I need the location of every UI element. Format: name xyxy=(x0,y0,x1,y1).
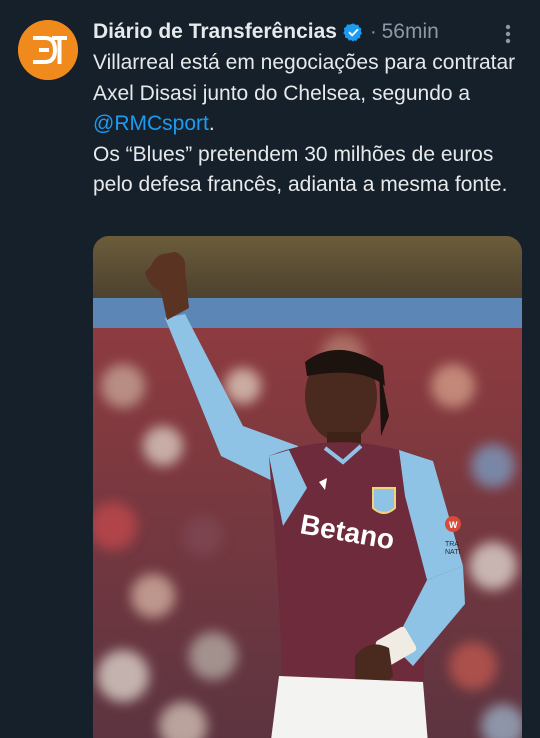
sleeve-text-1: TRA xyxy=(445,541,459,548)
tweet-text-period: . xyxy=(208,112,215,135)
tweet-paragraph-1: Villarreal está em negociações para cont… xyxy=(93,48,523,140)
tweet-text-part: Villarreal está em negociações para cont… xyxy=(93,51,516,105)
author-name[interactable]: Diário de Transferências xyxy=(93,20,337,44)
footballer-photo: Betano W TRA NATI xyxy=(93,236,522,738)
tweet-card[interactable]: Diário de Transferências · 56min Villarr… xyxy=(0,0,540,738)
mention-link[interactable]: @RMCsport xyxy=(93,112,209,135)
tweet-timestamp[interactable]: 56min xyxy=(382,20,439,44)
more-options-icon[interactable] xyxy=(498,22,518,46)
tweet-photo[interactable]: Betano W TRA NATI xyxy=(93,236,522,738)
separator-dot: · xyxy=(369,20,377,43)
author-avatar[interactable] xyxy=(18,20,78,80)
tweet-text: Villarreal está em negociações para cont… xyxy=(93,48,523,201)
sleeve-badge-text: W xyxy=(449,520,458,530)
sleeve-text-2: NATI xyxy=(445,549,460,556)
tweet-header: Diário de Transferências · 56min xyxy=(93,18,480,46)
dt-logo-icon xyxy=(18,20,78,80)
verified-badge-icon xyxy=(343,22,364,43)
tweet-paragraph-2: Os “Blues” pretendem 30 milhões de euros… xyxy=(93,142,508,197)
